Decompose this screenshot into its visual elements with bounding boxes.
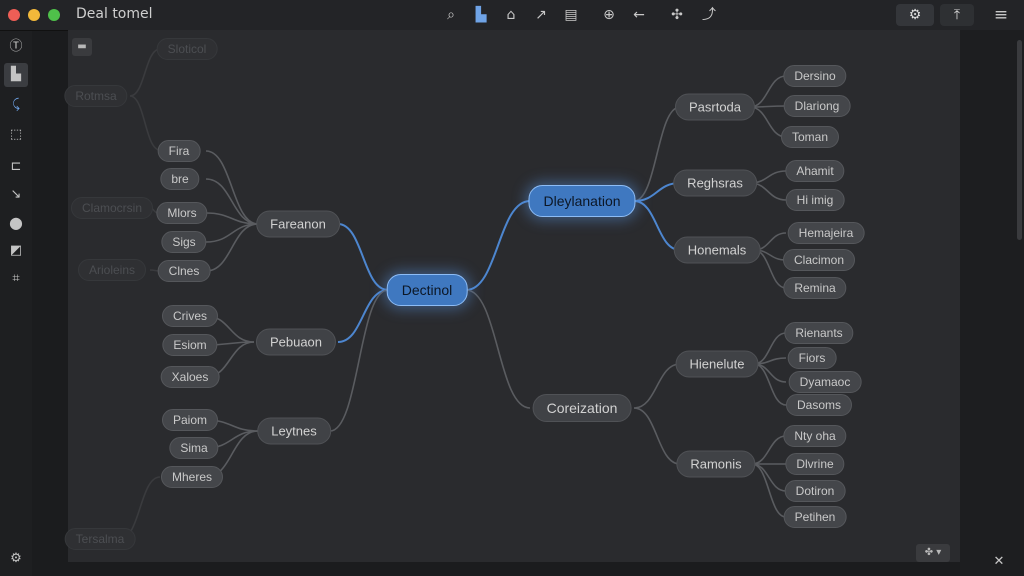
branch-node[interactable]: Hienelute xyxy=(675,350,759,378)
main-topic-node[interactable]: Coreization xyxy=(532,394,632,422)
branch-node[interactable]: Leytnes xyxy=(257,417,331,445)
leaf-node[interactable]: Petihen xyxy=(783,506,847,528)
connector-line xyxy=(753,363,787,406)
connector-line xyxy=(205,223,259,243)
faint-node[interactable]: Rotmsa xyxy=(64,85,128,107)
faint-node[interactable]: Clamocrsin xyxy=(70,197,154,219)
leaf-node[interactable]: Esiom xyxy=(162,334,218,356)
leaf-node[interactable]: Sima xyxy=(169,437,219,459)
branch-node[interactable]: Honemals xyxy=(673,236,761,264)
connector-line xyxy=(465,289,531,409)
leaf-node[interactable]: Hi imig xyxy=(785,189,845,211)
connector-line xyxy=(749,75,787,108)
connector-line xyxy=(633,407,681,465)
leaf-node[interactable]: Remina xyxy=(783,277,847,299)
leaf-node[interactable]: Hemajeira xyxy=(787,222,865,244)
leaf-node[interactable]: Mheres xyxy=(160,466,224,488)
leaf-node[interactable]: Dotiron xyxy=(784,480,846,502)
leaf-node[interactable]: Nty oha xyxy=(783,425,847,447)
connector-line xyxy=(633,200,681,251)
connector-line xyxy=(337,223,389,291)
leaf-node[interactable]: Paiom xyxy=(161,409,219,431)
leaf-node[interactable]: Dlariong xyxy=(783,95,851,117)
leaf-node[interactable]: Crives xyxy=(161,305,219,327)
mindmap-links xyxy=(119,48,787,540)
branch-node[interactable]: Pebuaon xyxy=(255,328,337,356)
leaf-node[interactable]: Dlvrine xyxy=(785,453,845,475)
connector-line xyxy=(465,200,531,291)
leaf-node[interactable]: bre xyxy=(160,168,200,190)
faint-node[interactable]: Sloticol xyxy=(156,38,218,60)
leaf-node[interactable]: Sigs xyxy=(161,231,207,253)
leaf-node[interactable]: Ahamit xyxy=(785,160,845,182)
connector-line xyxy=(751,435,787,465)
faint-node[interactable]: Tersalma xyxy=(64,528,136,550)
branch-node[interactable]: Ramonis xyxy=(676,450,756,478)
leaf-node[interactable]: Dasoms xyxy=(785,394,853,416)
leaf-node[interactable]: Dyamaoc xyxy=(788,371,862,393)
connector-line xyxy=(753,363,787,383)
connector-line xyxy=(633,363,681,409)
leaf-node[interactable]: Fira xyxy=(157,140,201,162)
connector-line xyxy=(753,332,787,365)
branch-node[interactable]: Pasrtoda xyxy=(674,93,756,121)
connector-line xyxy=(329,289,389,432)
leaf-node[interactable]: Toman xyxy=(780,126,840,148)
connector-line xyxy=(337,289,389,343)
leaf-node[interactable]: Dersino xyxy=(783,65,847,87)
leaf-node[interactable]: Xaloes xyxy=(160,366,220,388)
leaf-node[interactable]: Mlors xyxy=(156,202,208,224)
connector-line xyxy=(205,223,259,272)
connector-line xyxy=(129,95,161,151)
branch-node[interactable]: Reghsras xyxy=(673,169,757,197)
faint-node[interactable]: Arioleins xyxy=(77,259,147,281)
connector-line xyxy=(129,48,161,97)
branch-node[interactable]: Fareanon xyxy=(256,210,340,238)
center-node[interactable]: Dectinol xyxy=(386,274,468,306)
leaf-node[interactable]: Clacimon xyxy=(782,249,856,271)
leaf-node[interactable]: Clnes xyxy=(157,260,211,282)
main-topic-node[interactable]: Dleylanation xyxy=(528,185,636,217)
connector-line xyxy=(753,357,787,365)
connector-line xyxy=(751,463,787,492)
leaf-node[interactable]: Fiors xyxy=(787,347,837,369)
leaf-node[interactable]: Rienants xyxy=(784,322,854,344)
